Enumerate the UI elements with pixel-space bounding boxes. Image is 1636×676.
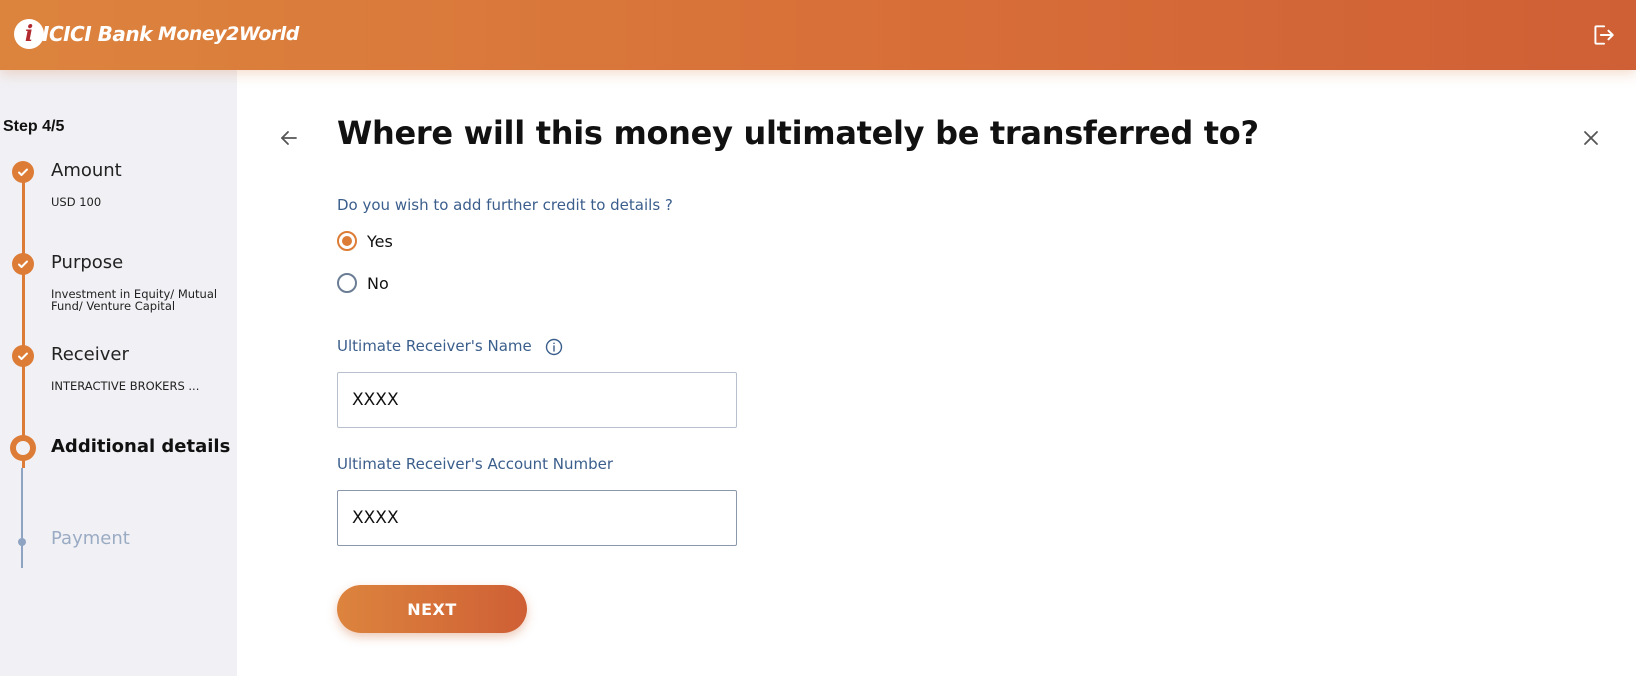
step-done-icon	[12, 253, 34, 275]
step-subtitle: Investment in Equity/ Mutual Fund/ Ventu…	[51, 287, 218, 313]
radio-option-no[interactable]: No	[337, 273, 389, 293]
check-icon	[18, 260, 28, 268]
logo-i-glyph: i	[24, 21, 34, 47]
receiver-name-input[interactable]	[337, 372, 737, 428]
arrow-left-icon	[281, 131, 297, 145]
radio-button-yes[interactable]	[337, 231, 357, 251]
step-current-icon	[10, 435, 36, 461]
close-button[interactable]	[1579, 126, 1603, 150]
receiver-account-input[interactable]	[337, 490, 737, 546]
radio-option-yes[interactable]: Yes	[337, 231, 393, 251]
check-icon	[18, 168, 28, 176]
step-title: Purpose	[51, 252, 124, 273]
logo-bank-text: ICICI Bank	[42, 22, 152, 46]
page-title: Where will this money ultimately be tran…	[337, 114, 1259, 152]
logout-icon	[1594, 25, 1614, 45]
step-counter: Step 4/5	[3, 118, 65, 135]
app-header: i ICICI Bank Money2World	[0, 0, 1636, 70]
back-button[interactable]	[277, 126, 301, 150]
step-subtitle: INTERACTIVE BROKERS ...	[51, 379, 200, 393]
radio-button-no[interactable]	[337, 273, 357, 293]
timeline-line-pending	[21, 468, 23, 568]
step-pending-icon	[18, 538, 26, 546]
receiver-account-label: Ultimate Receiver's Account Number	[337, 455, 614, 473]
step-done-icon	[12, 161, 34, 183]
step-title: Payment	[51, 528, 130, 549]
main-content: Where will this money ultimately be tran…	[237, 70, 1636, 676]
close-icon	[1584, 131, 1598, 145]
receiver-name-label: Ultimate Receiver's Name	[337, 337, 532, 355]
step-title: Amount	[51, 160, 122, 181]
step-subtitle: USD 100	[51, 195, 102, 209]
info-icon[interactable]	[545, 338, 563, 356]
check-icon	[18, 352, 28, 360]
next-button[interactable]: NEXT	[337, 585, 527, 633]
step-title: Receiver	[51, 344, 129, 365]
further-credit-question: Do you wish to add further credit to det…	[337, 196, 673, 214]
step-title: Additional details	[51, 436, 231, 457]
logo-product-text: Money2World	[157, 23, 299, 45]
icici-logo-mark: i	[14, 19, 44, 49]
radio-label-yes: Yes	[367, 231, 393, 251]
icici-logo[interactable]: i ICICI Bank Money2World	[14, 14, 299, 54]
step-done-icon	[12, 345, 34, 367]
radio-label-no: No	[367, 273, 389, 293]
progress-sidebar: Step 4/5 Amount USD 100 Purpose Investme…	[0, 70, 237, 676]
timeline-line-completed	[22, 178, 25, 468]
logout-button[interactable]	[1590, 22, 1616, 48]
